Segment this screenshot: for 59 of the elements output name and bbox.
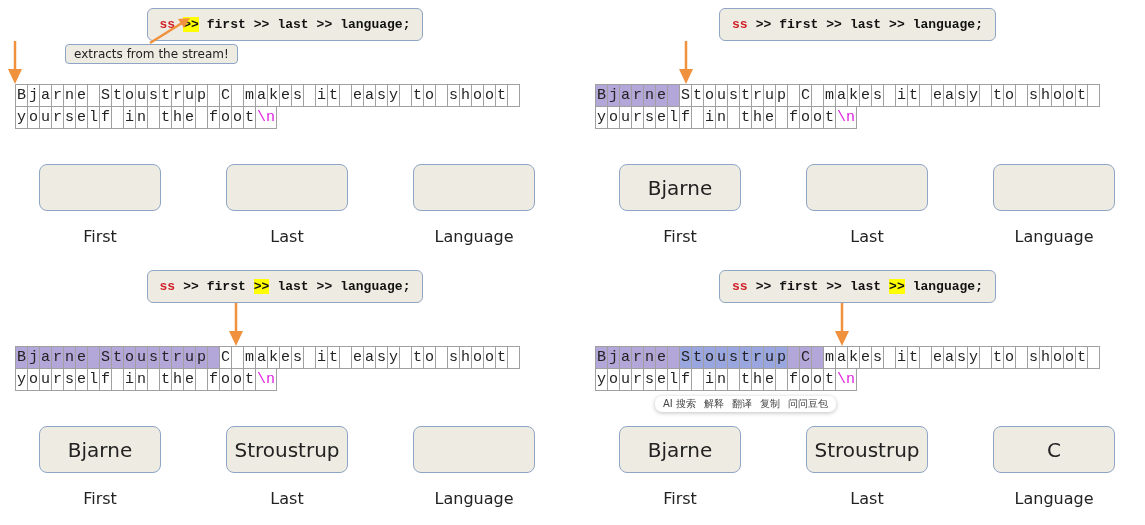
code-token: >> <box>755 17 772 32</box>
variable-label: First <box>663 227 697 246</box>
code-token: ss <box>732 279 748 294</box>
variable-value: Stroustrup <box>814 437 920 462</box>
code-token: >> <box>316 279 333 294</box>
code-token: last <box>277 17 309 32</box>
code-token: ss <box>732 17 748 32</box>
newline-cell: \n <box>835 106 857 129</box>
variable-label: Language <box>434 227 514 246</box>
code-token: >> <box>183 279 199 294</box>
code-token: >> <box>253 17 270 32</box>
code-token: first <box>779 279 819 294</box>
code-token: first <box>779 17 819 32</box>
position-arrow <box>229 303 243 346</box>
code-token: last <box>277 279 309 294</box>
code-token: language; <box>340 279 411 294</box>
variable-value: Bjarne <box>647 437 713 462</box>
variable-label: First <box>83 227 117 246</box>
variable-label: Language <box>434 489 514 508</box>
code-token: last <box>849 279 882 294</box>
variable-value: Bjarne <box>647 175 713 200</box>
code-token: language; <box>912 279 983 294</box>
variable-value: Bjarne <box>67 437 133 462</box>
newline-cell: \n <box>835 368 857 391</box>
code-token: language; <box>912 17 983 32</box>
variable-value: C <box>1047 437 1061 462</box>
code-token: first <box>206 279 246 294</box>
variable-label: First <box>83 489 117 508</box>
toolbar-button[interactable]: 复制 <box>756 397 783 411</box>
variable-label: Language <box>1014 489 1094 508</box>
toolbar-button[interactable]: 解释 <box>700 397 727 411</box>
code-token: language; <box>340 17 411 32</box>
code-token: first <box>206 17 246 32</box>
position-arrow <box>835 303 849 346</box>
code-token: ss <box>159 17 176 32</box>
code-token: >> <box>316 17 333 32</box>
variable-label: First <box>663 489 697 508</box>
code-token: >> <box>826 17 842 32</box>
toolbar-button[interactable]: AI 搜索 <box>660 397 699 411</box>
variable-label: Last <box>270 227 304 246</box>
toolbar-button[interactable]: 翻译 <box>728 397 755 411</box>
newline-cell: \n <box>255 368 277 391</box>
variable-label: Last <box>850 489 884 508</box>
newline-cell: \n <box>255 106 277 129</box>
code-token: last <box>849 17 882 32</box>
code-token: >> <box>755 279 772 294</box>
variable-label: Language <box>1014 227 1094 246</box>
code-token: >> <box>889 279 905 294</box>
variable-label: Last <box>270 489 304 508</box>
code-token: >> <box>889 17 905 32</box>
variable-value: Stroustrup <box>234 437 340 462</box>
code-token: >> <box>826 279 842 294</box>
variable-label: Last <box>850 227 884 246</box>
code-token: >> <box>253 279 270 294</box>
toolbar-button[interactable]: 问问豆包 <box>784 397 831 411</box>
callout-note: extracts from the stream! <box>65 44 238 64</box>
code-token: ss <box>159 279 176 294</box>
position-arrow <box>679 41 693 84</box>
position-arrow <box>8 41 22 84</box>
